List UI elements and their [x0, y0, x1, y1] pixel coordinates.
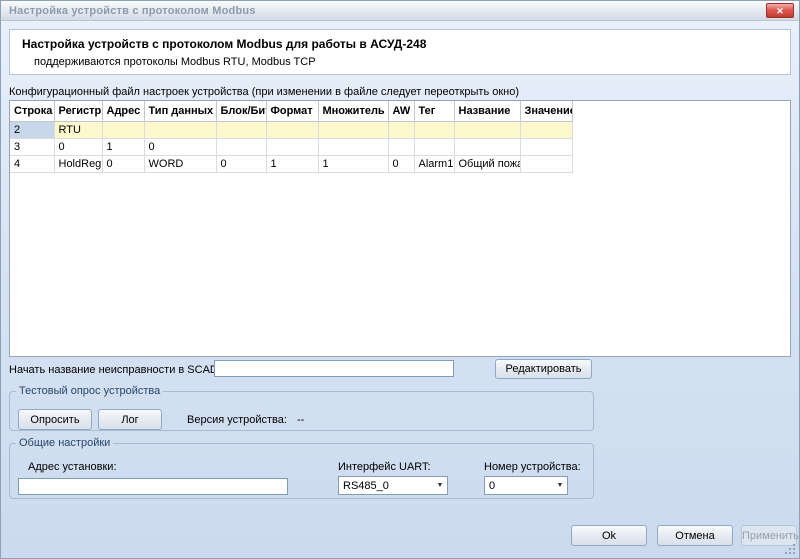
grid-cell[interactable] — [266, 121, 319, 139]
config-grid: Строка Регистр Адрес Тип данных Блок/Бит… — [10, 101, 573, 173]
grid-cell[interactable]: HoldReg — [54, 155, 103, 173]
grid-header-row: Строка Регистр Адрес Тип данных Блок/Бит… — [10, 101, 573, 122]
grid-cell[interactable]: Общий пожар — [454, 155, 521, 173]
grid-cell[interactable]: 4 — [10, 155, 55, 173]
grid-cell[interactable] — [216, 138, 267, 156]
header-subtitle: поддерживаются протоколы Modbus RTU, Mod… — [34, 56, 316, 68]
uart-interface-label: Интерфейс UART: — [338, 461, 431, 473]
grid-cell[interactable]: WORD — [144, 155, 217, 173]
uart-interface-combo[interactable]: RS485_0 ▼ — [338, 476, 448, 495]
chevron-down-icon: ▼ — [436, 482, 444, 489]
log-button[interactable]: Лог — [98, 409, 162, 430]
grid-row[interactable]: 4 HoldReg 0 WORD 0 1 1 0 Alarm1 Общий по… — [10, 155, 573, 173]
edit-button[interactable]: Редактировать — [495, 359, 592, 379]
grid-cell[interactable] — [414, 138, 455, 156]
modbus-settings-window: Настройка устройств с протоколом Modbus … — [0, 0, 800, 559]
grid-cell[interactable]: 0 — [216, 155, 267, 173]
grid-cell[interactable] — [414, 121, 455, 139]
column-header[interactable]: AW — [388, 101, 415, 122]
grid-cell[interactable]: 1 — [318, 155, 389, 173]
grid-cell[interactable] — [520, 155, 573, 173]
poll-button[interactable]: Опросить — [18, 409, 92, 430]
grid-cell[interactable]: 1 — [266, 155, 319, 173]
device-number-label: Номер устройства: — [484, 461, 581, 473]
uart-interface-value: RS485_0 — [343, 479, 389, 492]
ok-button[interactable]: Ok — [571, 525, 647, 546]
grid-cell[interactable] — [454, 138, 521, 156]
header-panel: Настройка устройств с протоколом Modbus … — [9, 29, 791, 75]
general-settings-group-title: Общие настройки — [19, 437, 111, 449]
scada-prefix-label: Начать название неисправности в SCADA с — [9, 364, 234, 376]
device-number-combo[interactable]: 0 ▼ — [484, 476, 568, 495]
grid-cell[interactable]: 2 — [10, 121, 55, 139]
grid-cell[interactable] — [318, 138, 389, 156]
grid-cell[interactable] — [216, 121, 267, 139]
grid-cell[interactable]: 3 — [10, 138, 55, 156]
cancel-button[interactable]: Отмена — [657, 525, 733, 546]
general-settings-group: Общие настройки Адрес установки: Интерфе… — [9, 437, 594, 499]
grid-cell[interactable]: 1 — [102, 138, 145, 156]
column-header[interactable]: Строка — [10, 101, 55, 122]
grid-cell[interactable] — [520, 121, 573, 139]
titlebar[interactable]: Настройка устройств с протоколом Modbus … — [1, 1, 799, 21]
grid-cell[interactable] — [520, 138, 573, 156]
grid-cell[interactable]: 0 — [102, 155, 145, 173]
column-header[interactable]: Множитель — [318, 101, 389, 122]
column-header[interactable]: Тег — [414, 101, 455, 122]
scada-prefix-input[interactable] — [214, 360, 454, 377]
device-number-value: 0 — [489, 479, 496, 492]
column-header[interactable]: Название — [454, 101, 521, 122]
grid-cell[interactable] — [388, 121, 415, 139]
grid-cell[interactable]: 0 — [144, 138, 217, 156]
grid-row[interactable]: 2 RTU — [10, 121, 573, 139]
test-poll-group: Тестовый опрос устройства Опросить Лог В… — [9, 385, 594, 431]
grid-panel: Строка Регистр Адрес Тип данных Блок/Бит… — [9, 100, 791, 357]
device-version-value: -- — [296, 414, 305, 426]
chevron-down-icon: ▼ — [556, 482, 564, 489]
grid-cell[interactable] — [266, 138, 319, 156]
config-file-label: Конфигурационный файл настроек устройств… — [9, 86, 520, 98]
resize-grip-icon[interactable] — [784, 543, 797, 556]
grid-row[interactable]: 3 0 1 0 — [10, 138, 573, 156]
column-header[interactable]: Блок/Бит — [216, 101, 267, 122]
column-header[interactable]: Регистр — [54, 101, 103, 122]
close-button[interactable]: ✕ — [766, 3, 794, 18]
grid-cell[interactable] — [318, 121, 389, 139]
close-icon: ✕ — [776, 5, 784, 16]
column-header[interactable]: Тип данных — [144, 101, 217, 122]
column-header[interactable]: Адрес — [102, 101, 145, 122]
test-poll-group-title: Тестовый опрос устройства — [19, 385, 161, 397]
window-title: Настройка устройств с протоколом Modbus — [9, 4, 256, 17]
device-version-label: Версия устройства: — [187, 414, 287, 426]
install-address-label: Адрес установки: — [28, 461, 117, 473]
grid-cell[interactable] — [388, 138, 415, 156]
device-version: Версия устройства: -- — [187, 414, 304, 426]
grid-cell[interactable] — [102, 121, 145, 139]
grid-cell[interactable]: Alarm1 — [414, 155, 455, 173]
header-title: Настройка устройств с протоколом Modbus … — [22, 37, 427, 51]
install-address-input[interactable] — [18, 478, 288, 495]
grid-cell[interactable]: 0 — [388, 155, 415, 173]
grid-cell[interactable] — [144, 121, 217, 139]
column-header[interactable]: Значение — [520, 101, 573, 122]
grid-cell[interactable]: 0 — [54, 138, 103, 156]
grid-cell[interactable] — [454, 121, 521, 139]
grid-cell[interactable]: RTU — [54, 121, 103, 139]
column-header[interactable]: Формат — [266, 101, 319, 122]
